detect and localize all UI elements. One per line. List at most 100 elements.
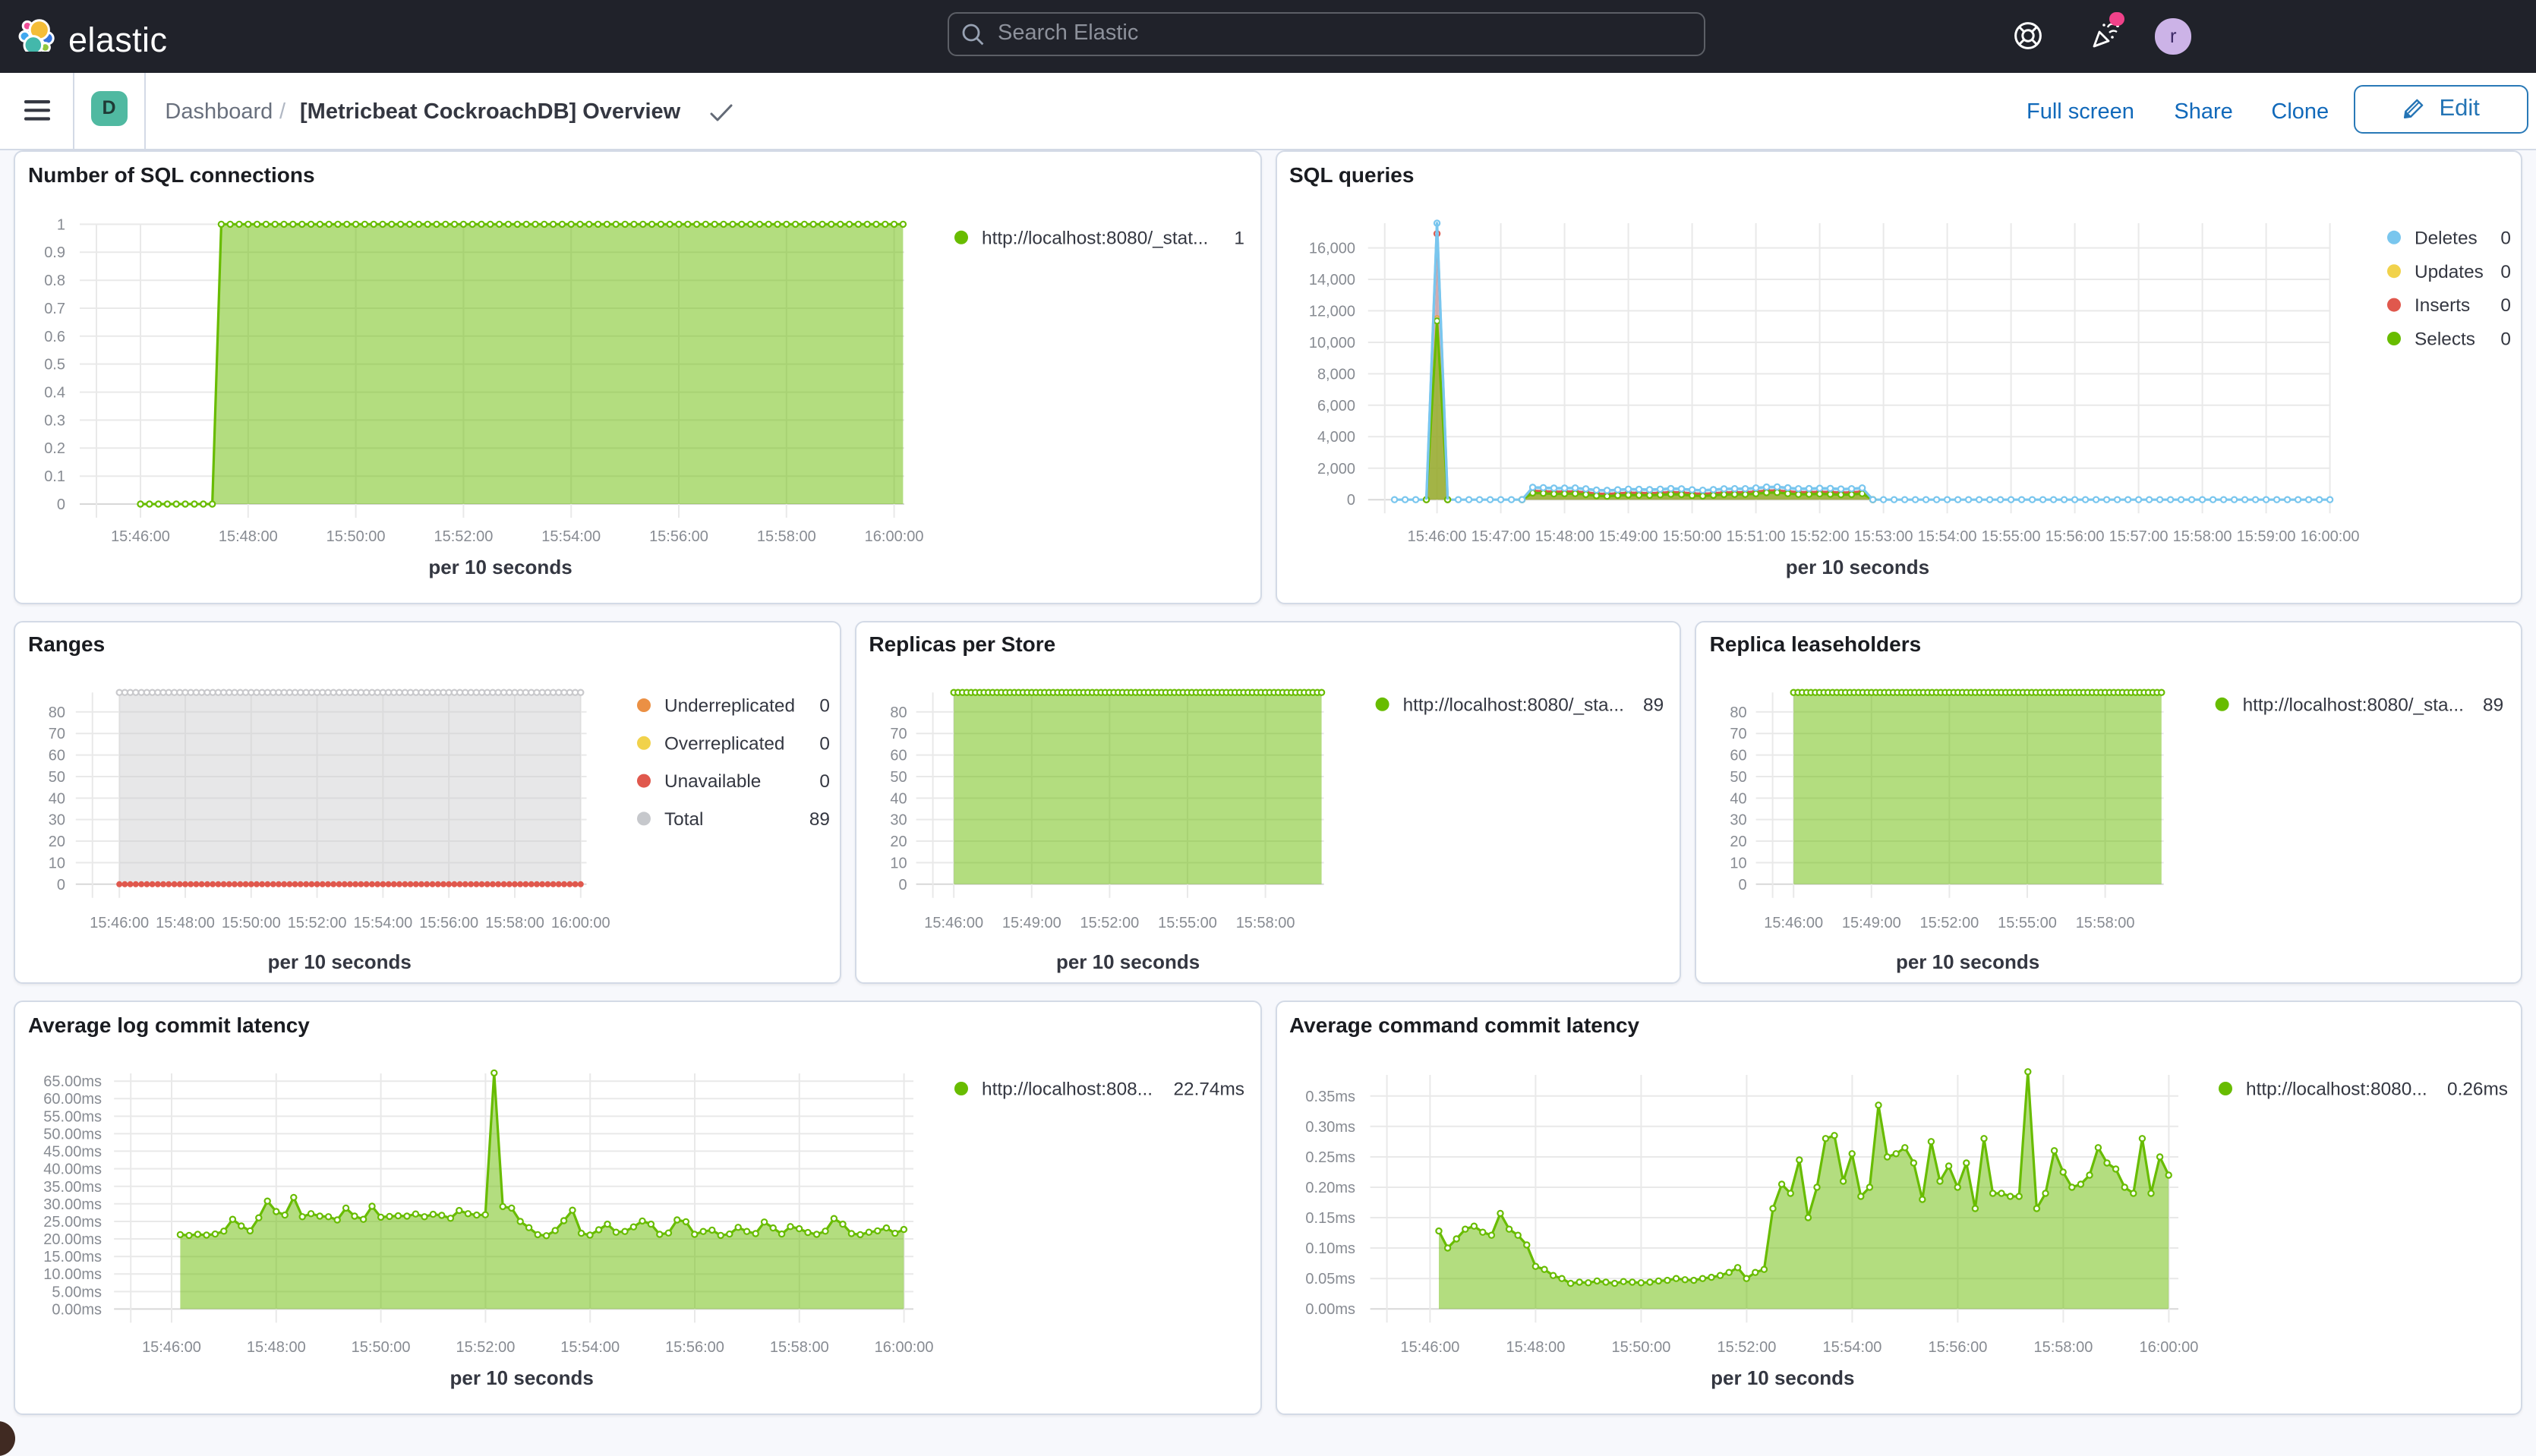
svg-text:per 10 seconds: per 10 seconds (428, 556, 572, 578)
svg-text:45.00ms: 45.00ms (43, 1143, 102, 1160)
svg-text:Underreplicated: Underreplicated (664, 695, 795, 716)
svg-text:15:54:00: 15:54:00 (541, 528, 601, 545)
svg-text:89: 89 (2484, 694, 2504, 714)
svg-text:15:50:00: 15:50:00 (222, 914, 281, 931)
svg-text:15:46:00: 15:46:00 (1399, 1339, 1459, 1356)
svg-text:89: 89 (1642, 694, 1663, 714)
svg-text:0.25ms: 0.25ms (1304, 1149, 1355, 1166)
svg-text:30.00ms: 30.00ms (43, 1196, 102, 1213)
svg-text:16:00:00: 16:00:00 (2300, 528, 2359, 545)
svg-text:0: 0 (57, 876, 65, 893)
svg-text:per 10 seconds: per 10 seconds (1897, 950, 2040, 972)
svg-text:per 10 seconds: per 10 seconds (450, 1366, 594, 1389)
svg-text:0: 0 (1346, 492, 1355, 509)
svg-text:0: 0 (2500, 262, 2510, 282)
svg-text:15:50:00: 15:50:00 (1610, 1339, 1670, 1356)
svg-text:15:56:00: 15:56:00 (2045, 528, 2104, 545)
svg-text:70: 70 (49, 725, 65, 742)
svg-text:16:00:00: 16:00:00 (875, 1339, 934, 1356)
svg-text:15:50:00: 15:50:00 (326, 528, 386, 545)
svg-text:16:00:00: 16:00:00 (2138, 1339, 2197, 1356)
svg-text:0.00ms: 0.00ms (1304, 1301, 1355, 1318)
svg-text:Updates: Updates (2414, 262, 2483, 282)
svg-text:15:56:00: 15:56:00 (1927, 1339, 1986, 1356)
svg-text:15:54:00: 15:54:00 (560, 1339, 620, 1356)
svg-text:15:55:00: 15:55:00 (1157, 914, 1216, 931)
svg-text:15:52:00: 15:52:00 (456, 1339, 515, 1356)
svg-text:10,000: 10,000 (1308, 335, 1355, 351)
svg-text:40: 40 (49, 789, 65, 806)
svg-text:15:59:00: 15:59:00 (2236, 528, 2295, 545)
svg-text:0: 0 (819, 733, 830, 753)
svg-text:30: 30 (890, 812, 907, 828)
svg-text:40: 40 (890, 789, 907, 806)
svg-text:15:56:00: 15:56:00 (665, 1339, 724, 1356)
svg-text:Inserts: Inserts (2414, 295, 2469, 316)
svg-text:0.9: 0.9 (44, 244, 65, 261)
svg-text:Overreplicated: Overreplicated (664, 733, 785, 753)
svg-text:4,000: 4,000 (1317, 429, 1355, 446)
svg-text:15:50:00: 15:50:00 (352, 1339, 411, 1356)
svg-text:14,000: 14,000 (1308, 272, 1355, 288)
svg-text:0: 0 (898, 876, 907, 893)
svg-text:15:56:00: 15:56:00 (419, 914, 478, 931)
svg-text:10: 10 (890, 854, 907, 871)
svg-text:0: 0 (819, 695, 830, 716)
svg-text:15:46:00: 15:46:00 (924, 914, 983, 931)
svg-text:0.4: 0.4 (44, 385, 65, 402)
svg-text:15:58:00: 15:58:00 (770, 1339, 829, 1356)
svg-text:16:00:00: 16:00:00 (865, 528, 924, 545)
svg-text:10: 10 (1730, 854, 1747, 871)
svg-text:15.00ms: 15.00ms (43, 1249, 102, 1265)
svg-text:15:46:00: 15:46:00 (142, 1339, 201, 1356)
svg-text:80: 80 (49, 704, 65, 720)
svg-text:60: 60 (1730, 747, 1747, 764)
svg-text:15:52:00: 15:52:00 (288, 914, 347, 931)
svg-text:15:50:00: 15:50:00 (1662, 528, 1721, 545)
svg-text:http://localhost:8080...: http://localhost:8080... (2245, 1079, 2427, 1100)
svg-text:0.00ms: 0.00ms (52, 1301, 102, 1318)
svg-text:15:54:00: 15:54:00 (1917, 528, 1976, 545)
svg-text:80: 80 (890, 704, 907, 720)
svg-text:15:49:00: 15:49:00 (1598, 528, 1658, 545)
svg-text:15:46:00: 15:46:00 (1407, 528, 1466, 545)
svg-text:40: 40 (1730, 789, 1747, 806)
svg-text:0: 0 (2500, 295, 2510, 316)
svg-text:0.05ms: 0.05ms (1304, 1271, 1355, 1287)
svg-text:60.00ms: 60.00ms (43, 1091, 102, 1108)
svg-text:15:52:00: 15:52:00 (434, 528, 493, 545)
svg-text:60: 60 (890, 747, 907, 764)
svg-text:15:51:00: 15:51:00 (1726, 528, 1785, 545)
svg-text:0: 0 (57, 496, 65, 513)
svg-text:30: 30 (1730, 812, 1747, 828)
svg-text:http://localhost:808...: http://localhost:808... (982, 1079, 1153, 1100)
svg-text:10: 10 (49, 854, 65, 871)
svg-text:15:54:00: 15:54:00 (353, 914, 412, 931)
svg-text:50: 50 (49, 768, 65, 785)
svg-text:15:46:00: 15:46:00 (1765, 914, 1824, 931)
svg-text:20.00ms: 20.00ms (43, 1231, 102, 1248)
svg-text:15:49:00: 15:49:00 (1001, 914, 1061, 931)
svg-text:15:58:00: 15:58:00 (2033, 1339, 2092, 1356)
svg-text:6,000: 6,000 (1317, 398, 1355, 414)
svg-text:55.00ms: 55.00ms (43, 1108, 102, 1125)
svg-text:15:48:00: 15:48:00 (219, 528, 278, 545)
svg-text:60: 60 (49, 747, 65, 764)
svg-text:http://localhost:8080/_sta...: http://localhost:8080/_sta... (2243, 694, 2464, 714)
svg-text:0.26ms: 0.26ms (2446, 1079, 2507, 1100)
svg-text:0.1: 0.1 (44, 468, 65, 485)
svg-text:0: 0 (1739, 876, 1747, 893)
svg-text:0.6: 0.6 (44, 329, 65, 345)
svg-text:http://localhost:8080/_sta...: http://localhost:8080/_sta... (1402, 694, 1623, 714)
svg-text:65.00ms: 65.00ms (43, 1073, 102, 1090)
svg-text:0.15ms: 0.15ms (1304, 1210, 1355, 1227)
svg-text:0.30ms: 0.30ms (1304, 1119, 1355, 1136)
svg-text:0.10ms: 0.10ms (1304, 1240, 1355, 1257)
svg-text:16,000: 16,000 (1308, 241, 1355, 257)
svg-text:15:48:00: 15:48:00 (1535, 528, 1594, 545)
svg-text:15:55:00: 15:55:00 (1998, 914, 2058, 931)
svg-text:15:58:00: 15:58:00 (485, 914, 544, 931)
svg-text:89: 89 (809, 808, 830, 829)
svg-text:15:54:00: 15:54:00 (1822, 1339, 1881, 1356)
svg-text:15:58:00: 15:58:00 (2172, 528, 2232, 545)
